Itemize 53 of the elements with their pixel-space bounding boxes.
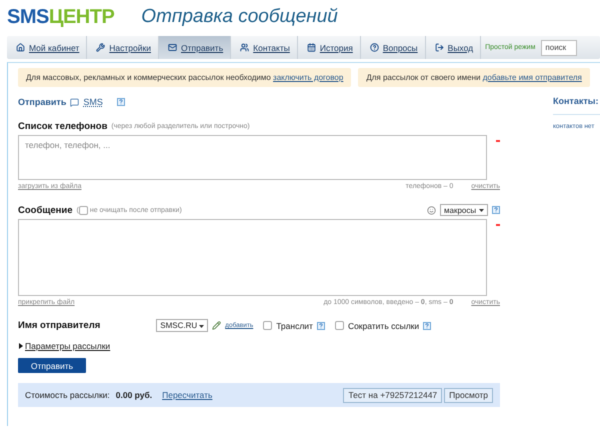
nav-tab[interactable]: История <box>298 36 361 59</box>
caret-icon <box>199 322 204 328</box>
contacts-title: Контакты: <box>553 96 600 115</box>
help-icon[interactable] <box>116 98 125 106</box>
option-label: Транслит <box>276 320 313 330</box>
smiley-icon <box>427 206 436 214</box>
field-label: Сообщение <box>18 204 72 216</box>
action-button[interactable]: Просмотр <box>444 388 493 402</box>
nav-tab[interactable]: Выход <box>426 36 482 59</box>
page-title: Отправка сообщений <box>141 6 338 28</box>
people-icon <box>240 43 250 52</box>
wrench-icon <box>96 43 106 52</box>
submit-button[interactable]: Отправить <box>18 358 86 373</box>
phones-field[interactable]: телефон, телефон, ... <box>18 135 488 180</box>
pencil-icon <box>212 321 222 330</box>
notice-link[interactable]: добавьте имя отправителя <box>482 73 582 82</box>
calendar-icon <box>306 43 316 52</box>
recalc-link[interactable]: Пересчитать <box>162 390 212 400</box>
notice-text: Для массовых, рекламных и коммерческих рассылок необходимо <box>26 73 271 82</box>
nav-tab[interactable]: Мой кабинет <box>7 36 88 59</box>
message-field[interactable] <box>18 219 488 296</box>
envelope-icon <box>168 43 177 52</box>
exit-icon <box>434 43 444 52</box>
option-label: Сократить ссылки <box>348 320 420 330</box>
sms-type-link[interactable]: SMS <box>83 97 103 107</box>
required-mark <box>496 140 500 142</box>
sender-select[interactable]: SMSC.RU <box>156 319 208 332</box>
help-icon[interactable] <box>316 322 325 330</box>
help-icon[interactable] <box>492 206 500 214</box>
nav-tab[interactable]: Отправить <box>158 36 232 59</box>
nav-tab[interactable]: Вопросы <box>360 36 426 59</box>
cost-value: 0.00 руб. <box>116 390 152 400</box>
message-icon <box>70 98 80 106</box>
option-checkbox[interactable] <box>334 321 344 330</box>
option-checkbox[interactable] <box>263 321 272 330</box>
nav-tab[interactable]: Контакты <box>231 36 298 59</box>
required-mark <box>496 224 500 226</box>
help-icon[interactable] <box>423 322 432 330</box>
search-field[interactable]: поиск <box>541 40 578 56</box>
notice-link[interactable]: заключить договор <box>273 73 344 82</box>
action-button[interactable]: Тест на +79257212447 <box>343 388 442 402</box>
keep-checkbox[interactable] <box>78 206 88 214</box>
send-label: Отправить <box>18 97 66 107</box>
question-icon <box>370 43 379 52</box>
macros-select[interactable]: макросы <box>440 204 488 216</box>
field-label: Список телефонов <box>18 121 108 132</box>
field-label: Имя отправителя <box>18 320 100 331</box>
caret-icon <box>479 207 484 213</box>
params-link[interactable]: Параметры рассылки <box>25 341 110 351</box>
notice-text: Для рассылок от своего имени <box>366 73 480 82</box>
cost-label: Стоимость рассылки: <box>25 390 110 400</box>
logo[interactable]: SMSЦЕНТР <box>7 6 114 28</box>
home-icon <box>16 43 25 52</box>
